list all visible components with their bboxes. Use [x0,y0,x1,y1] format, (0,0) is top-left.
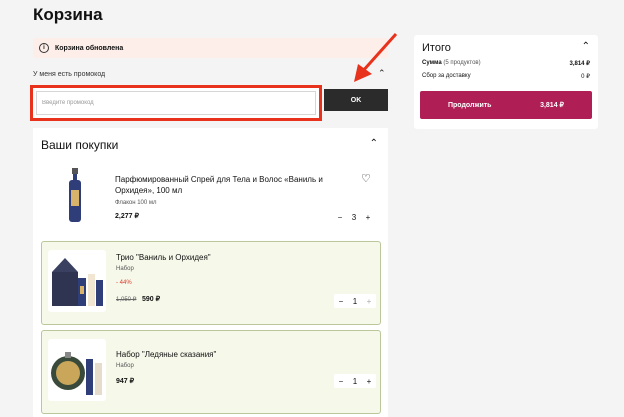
sum-value: 3,814 ₽ [569,61,591,67]
continue-label: Продолжить [448,101,492,109]
sum-row: Сумма (5 продуктов) 3,814 ₽ [422,60,590,67]
item-name[interactable]: Трио "Ваниль и Орхидея" [116,252,211,263]
promo-label: У меня есть промокод [33,71,106,78]
info-icon: i [39,43,49,53]
cart-title: Ваши покупки [41,138,119,152]
order-summary: Итого ⌃ Сумма (5 продуктов) 3,814 ₽ Сбор… [414,35,598,129]
quantity-value: 3 [351,212,357,222]
quantity-stepper[interactable]: − 1 + [334,294,376,308]
sum-count: (5 продуктов) [443,60,481,66]
cart-item: Парфюмированный Спрей для Тела и Волос «… [33,166,388,236]
cart-panel: Ваши покупки ⌃ Парфюмированный Спрей для… [33,128,388,417]
item-variant: Набор [116,266,134,272]
cart-updated-notice: i Корзина обновлена [33,38,388,58]
delivery-row: Сбор за доставку 0 ₽ [422,73,590,80]
promo-ok-button[interactable]: OK [324,89,388,111]
heart-icon[interactable]: ♡ [361,172,371,185]
delivery-label: Сбор за доставку [422,73,471,79]
item-price: 947 ₽ [116,378,135,385]
plus-button[interactable]: + [362,297,376,306]
quantity-stepper[interactable]: − 1 + [334,374,376,388]
delivery-value: 0 ₽ [581,74,590,80]
minus-button[interactable]: − [333,213,347,222]
item-variant: Флакон 100 мл [115,200,157,206]
cart-item: Трио "Ваниль и Орхидея" Набор - 44% 1,05… [41,241,381,325]
cart-item: Набор "Ледяные сказания" Набор 947 ₽ − 1… [41,330,381,414]
chevron-up-icon[interactable]: ⌃ [582,41,590,52]
quantity-stepper[interactable]: − 3 + [333,210,375,224]
quantity-value: 1 [352,376,358,386]
product-image[interactable] [48,250,106,312]
page-title: Корзина [33,5,103,24]
item-name[interactable]: Парфюмированный Спрей для Тела и Волос «… [115,174,325,196]
summary-title: Итого [422,42,451,54]
minus-button[interactable]: − [334,297,348,306]
item-price: 590 ₽ [142,296,161,303]
plus-button[interactable]: + [361,213,375,222]
continue-button[interactable]: Продолжить 3,814 ₽ [420,91,592,119]
product-image[interactable] [63,166,87,224]
quantity-value: 1 [352,296,358,306]
notice-text: Корзина обновлена [55,44,124,52]
chevron-up-icon[interactable]: ⌃ [378,68,386,79]
discount-badge: - 44% [116,280,132,286]
chevron-up-icon[interactable]: ⌃ [370,138,378,149]
item-name[interactable]: Набор "Ледяные сказания" [116,349,216,360]
item-variant: Набор [116,363,134,369]
minus-button[interactable]: − [334,377,348,386]
continue-total: 3,814 ₽ [540,102,564,109]
sum-label: Сумма [422,60,442,66]
plus-button[interactable]: + [362,377,376,386]
product-image[interactable] [48,339,106,401]
old-price: 1,050 ₽ [116,297,137,303]
promo-code-input[interactable] [36,91,316,115]
item-price: 2,277 ₽ [115,213,139,220]
promo-input-highlight [30,85,322,121]
